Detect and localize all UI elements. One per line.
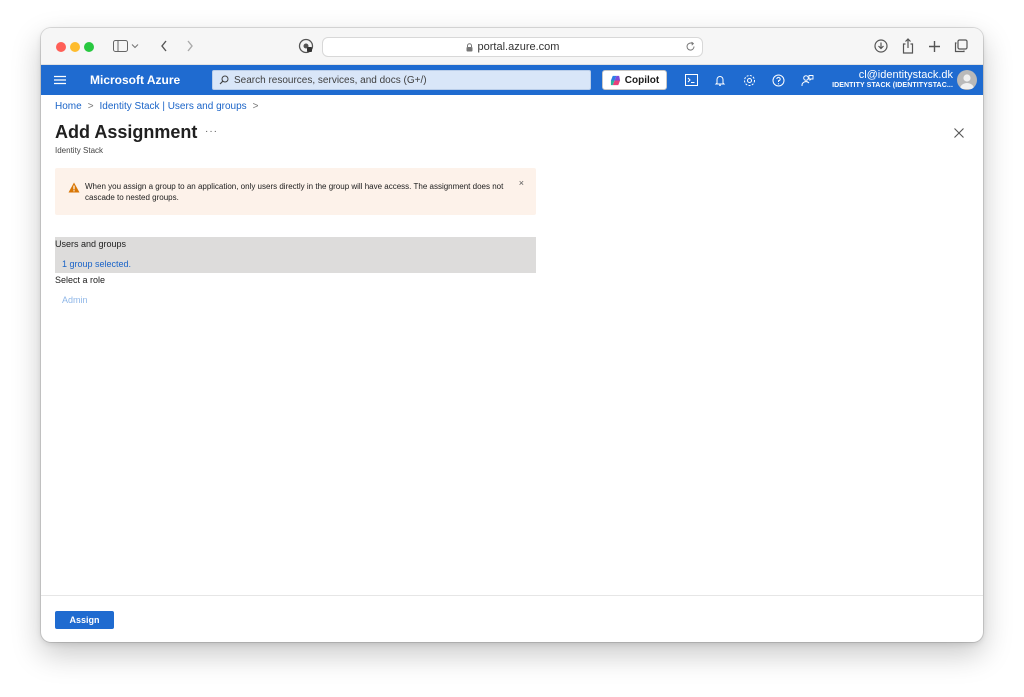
safari-toolbar: portal.azure.com — [41, 28, 983, 65]
breadcrumb-users-and-groups[interactable]: Identity Stack | Users and groups — [100, 101, 247, 112]
warning-banner: When you assign a group to an applicatio… — [55, 168, 536, 215]
notifications-icon[interactable] — [712, 72, 728, 88]
zoom-window-button[interactable] — [84, 42, 94, 52]
help-icon[interactable] — [770, 72, 786, 88]
brand-name[interactable]: Microsoft Azure — [90, 73, 180, 87]
address-bar[interactable]: portal.azure.com — [322, 37, 703, 57]
new-tab-icon[interactable] — [925, 37, 943, 55]
search-input[interactable] — [234, 74, 590, 86]
chevron-right-icon: > — [87, 101, 94, 112]
close-window-button[interactable] — [56, 42, 66, 52]
warning-icon — [68, 182, 80, 193]
tab-overview-icon[interactable] — [952, 37, 970, 55]
browser-window: portal.azure.com Microsoft Azure Search … — [41, 28, 983, 642]
avatar[interactable] — [957, 70, 977, 90]
account-menu[interactable]: cl@identitystack.dk IDENTITY STACK (IDEN… — [832, 69, 953, 91]
portal-menu-icon[interactable] — [53, 73, 67, 87]
reload-icon[interactable] — [685, 41, 696, 55]
more-options-button[interactable]: ··· — [205, 126, 218, 137]
breadcrumb: Home > Identity Stack | Users and groups… — [55, 101, 265, 112]
copilot-label: Copilot — [624, 74, 660, 86]
users-and-groups-selection-link[interactable]: 1 group selected. — [62, 259, 131, 269]
role-selection-link[interactable]: Admin — [62, 295, 88, 305]
global-search[interactable] — [212, 70, 591, 90]
cloud-shell-icon[interactable] — [683, 72, 699, 88]
page-subtitle: Identity Stack — [55, 146, 104, 155]
footer-divider — [41, 595, 983, 596]
account-email: cl@identitystack.dk — [858, 69, 953, 81]
search-icon — [219, 75, 229, 85]
users-and-groups-section[interactable]: Users and groups 1 group selected. — [55, 237, 536, 273]
copilot-logo-icon — [610, 75, 620, 85]
azure-top-bar: Microsoft Azure Copilot — [41, 65, 983, 95]
close-icon[interactable] — [953, 126, 965, 138]
dismiss-warning-button[interactable]: × — [519, 178, 524, 188]
settings-gear-icon[interactable] — [741, 72, 757, 88]
back-icon[interactable] — [155, 37, 173, 55]
users-and-groups-label: Users and groups — [55, 239, 127, 249]
chevron-down-icon[interactable] — [130, 37, 140, 55]
feedback-icon[interactable] — [799, 72, 815, 88]
forward-icon[interactable] — [181, 37, 199, 55]
share-icon[interactable] — [899, 37, 917, 55]
assign-button[interactable]: Assign — [55, 611, 114, 629]
warning-message: When you assign a group to an applicatio… — [85, 182, 504, 202]
page-title: Add Assignment — [55, 122, 198, 142]
privacy-report-icon[interactable] — [297, 37, 315, 55]
breadcrumb-home[interactable]: Home — [55, 101, 82, 112]
minimize-window-button[interactable] — [70, 42, 80, 52]
lock-icon — [466, 42, 473, 52]
downloads-icon[interactable] — [872, 37, 890, 55]
sidebar-toggle-icon[interactable] — [111, 37, 129, 55]
chevron-right-icon: > — [252, 101, 259, 112]
copilot-button[interactable]: Copilot — [602, 70, 667, 90]
url-text: portal.azure.com — [477, 41, 560, 53]
select-role-label: Select a role — [55, 275, 106, 285]
account-directory: IDENTITY STACK (IDENTITYSTAC... — [832, 82, 953, 89]
